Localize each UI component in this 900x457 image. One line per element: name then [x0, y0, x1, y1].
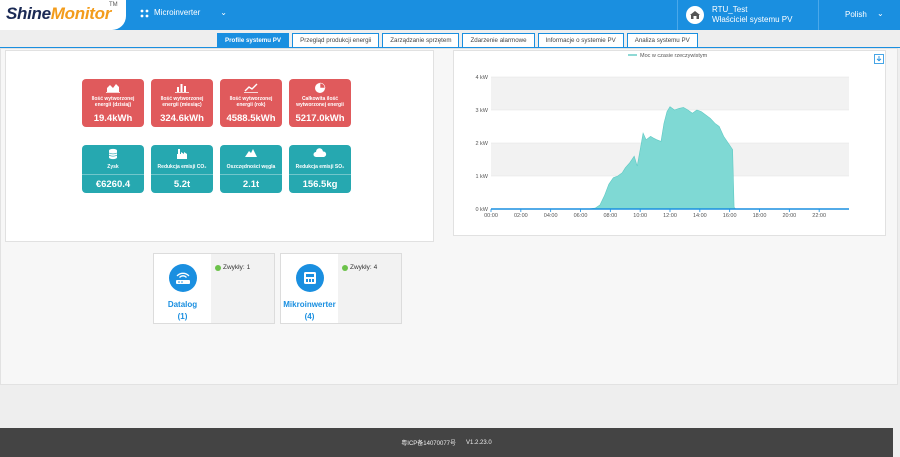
chart-x-tick-label: 14:00	[693, 213, 707, 219]
chart-x-tick-label: 22:00	[812, 213, 826, 219]
chart-x-tick-label: 18:00	[753, 213, 767, 219]
chart-x-tick-label: 10:00	[633, 213, 647, 219]
chart-y-tick-label: 4 kW	[475, 75, 488, 81]
device-count: (1)	[177, 312, 188, 321]
chart-x-tick-label: 08:00	[603, 213, 617, 219]
download-icon[interactable]	[874, 51, 884, 64]
footer: 粤ICP备14070077号 V1.2.23.0	[0, 428, 893, 457]
footer-icp: 粤ICP备14070077号	[401, 441, 456, 447]
status-label: Zwykły:	[350, 264, 372, 271]
chart-x-tick-label: 20:00	[782, 213, 796, 219]
chart-x-tick-label: 16:00	[723, 213, 737, 219]
device-name: Datalog	[167, 300, 198, 309]
chart-legend-label: Moc w czasie rzeczywistym	[640, 53, 708, 59]
chart-x-tick-label: 04:00	[544, 213, 558, 219]
chart-y-tick-label: 3 kW	[475, 108, 488, 114]
datalog-card: Datalog (1) Zwykły: 1	[153, 253, 275, 324]
chart-x-tick-label: 06:00	[574, 213, 588, 219]
chart-x-tick-label: 12:00	[663, 213, 677, 219]
power-chart: 0 kW1 kW2 kW3 kW4 kW00:00 02:00 04:00 06:00…	[475, 53, 849, 219]
router-icon	[168, 264, 197, 292]
device-status: Zwykły: 1	[211, 254, 274, 323]
status-normal-icon	[215, 264, 221, 271]
status-label: Zwykły:	[223, 264, 245, 271]
chart-x-tick-label: 00:00	[484, 213, 498, 219]
device-name: Mikroinwerter	[283, 300, 336, 309]
chart-y-tick-label: 2 kW	[475, 141, 488, 147]
status-count: 1	[246, 264, 251, 271]
chart-x-tick-label: 02:00	[514, 213, 528, 219]
chart-grid-band	[491, 77, 849, 110]
footer-version: V1.2.23.0	[466, 439, 492, 446]
device-count: (4)	[304, 312, 315, 321]
status-count: 4	[373, 264, 378, 271]
microinverter-card: Mikroinwerter (4) Zwykły: 4	[280, 253, 402, 324]
datalog-link[interactable]: Datalog (1)	[154, 254, 211, 323]
inverter-icon	[295, 264, 324, 292]
chart-y-tick-label: 1 kW	[475, 174, 488, 180]
device-status: Zwykły: 4	[338, 254, 401, 323]
microinverter-link[interactable]: Mikroinwerter (4)	[281, 254, 338, 323]
status-normal-icon	[342, 264, 348, 271]
